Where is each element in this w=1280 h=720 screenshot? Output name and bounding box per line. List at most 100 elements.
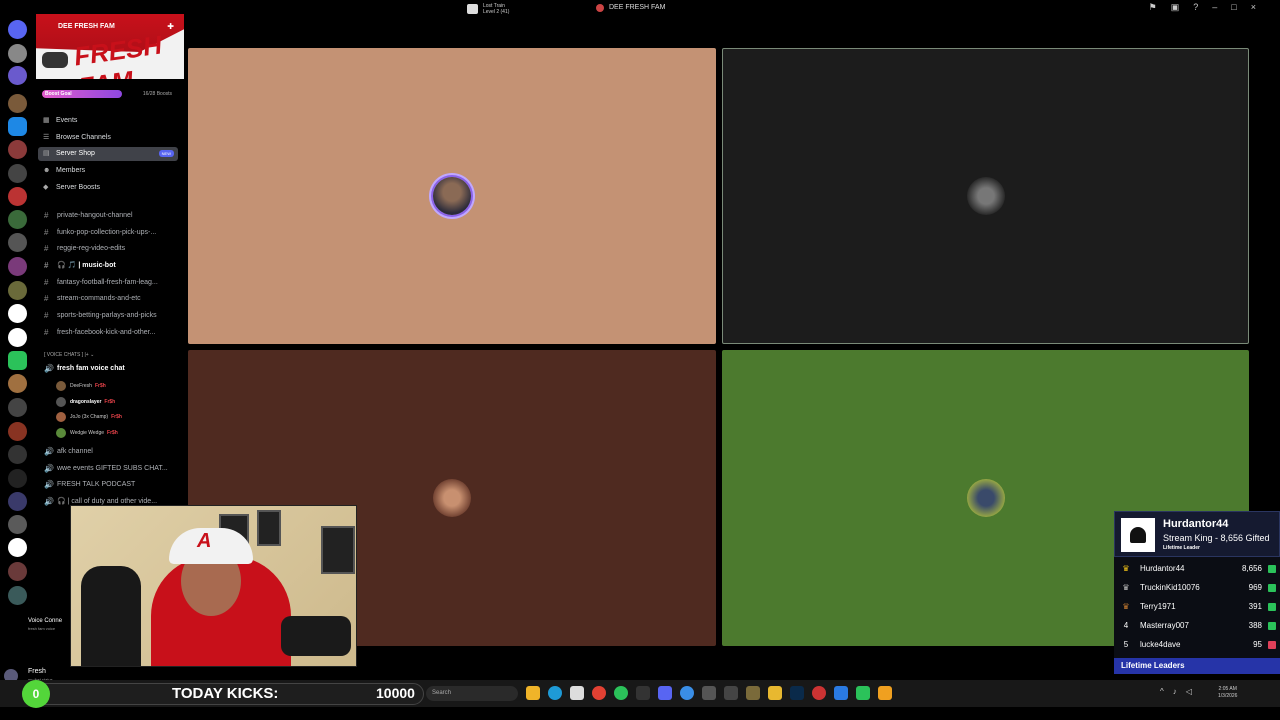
voice-category[interactable]: [ VOICE CHATS ] |+ ⌄ xyxy=(44,352,94,358)
server-icon[interactable] xyxy=(8,469,27,488)
server-icon[interactable] xyxy=(8,351,27,370)
voice-user[interactable]: Wedgie Wedge Fr$h xyxy=(56,426,118,440)
rank: ♛ xyxy=(1122,564,1130,573)
maximize-button[interactable]: □ xyxy=(1231,2,1236,13)
server-icon[interactable] xyxy=(8,281,27,300)
server-icon[interactable] xyxy=(8,445,27,464)
leader-value: 8,656 xyxy=(1241,564,1262,573)
video-tile[interactable] xyxy=(722,48,1249,344)
channel-label: FRESH TALK PODCAST xyxy=(57,481,136,488)
channel-item[interactable]: # fantasy-football-fresh-fam-leag... xyxy=(38,276,178,290)
server-icon[interactable] xyxy=(8,44,27,63)
server-icon[interactable] xyxy=(8,422,27,441)
kicks-label: TODAY KICKS: xyxy=(172,685,279,702)
channel-item[interactable]: # stream-commands-and-etc xyxy=(38,292,178,306)
server-icon[interactable] xyxy=(8,515,27,534)
menu-label: Members xyxy=(56,167,86,174)
server-icon[interactable] xyxy=(8,374,27,393)
server-icon[interactable] xyxy=(8,66,27,85)
user-tag: Fr$h xyxy=(94,383,106,389)
video-tile[interactable] xyxy=(188,48,716,344)
app-icon[interactable] xyxy=(878,686,892,700)
discord-icon[interactable] xyxy=(658,686,672,700)
channel-item[interactable]: # funko-pop-collection-pick-ups-... xyxy=(38,226,178,240)
boost-goal[interactable]: Boost Goal 16/28 Boosts xyxy=(42,90,182,98)
channel-item[interactable]: # sports-betting-parlays-and-picks xyxy=(38,309,178,323)
server-icon[interactable] xyxy=(8,304,27,323)
user-tag: Fr$h xyxy=(111,414,122,420)
menu-browse-channels[interactable]: ☰ Browse Channels xyxy=(38,131,178,145)
inbox-icon[interactable]: ⚑ xyxy=(1149,2,1157,13)
voice-channel[interactable]: 🔊 FRESH TALK PODCAST xyxy=(38,478,178,492)
server-icon[interactable] xyxy=(8,538,27,557)
minimize-button[interactable]: – xyxy=(1212,2,1217,13)
avatar xyxy=(56,381,66,391)
server-icon[interactable] xyxy=(8,94,27,113)
store-icon[interactable] xyxy=(570,686,584,700)
server-icon[interactable] xyxy=(8,164,27,183)
screen-icon[interactable]: ▣ xyxy=(1171,2,1180,13)
mic-icon[interactable]: ♪ xyxy=(1173,687,1177,696)
voice-user[interactable]: JoJo (3x Champ) Fr$h xyxy=(56,410,122,424)
server-icon[interactable] xyxy=(8,117,27,136)
boost-label: Boost Goal xyxy=(45,91,72,97)
app-icon[interactable] xyxy=(856,686,870,700)
clock[interactable]: 2:05 AM 1/3/2026 xyxy=(1218,686,1237,700)
menu-server-boosts[interactable]: ◆ Server Boosts xyxy=(38,181,178,195)
channel-item[interactable]: # 🎧 🎵 | music-bot xyxy=(38,259,178,273)
channel-item[interactable]: # fresh-facebook-kick-and-other... xyxy=(38,326,178,340)
chevron-up-icon[interactable]: ^ xyxy=(1160,687,1164,696)
members-icon: ☻ xyxy=(43,167,51,174)
server-icon[interactable] xyxy=(8,140,27,159)
help-icon[interactable]: ? xyxy=(1193,2,1198,13)
server-icon[interactable] xyxy=(8,328,27,347)
leader-user: TruckinKid10076 xyxy=(1140,583,1200,592)
folder-icon[interactable] xyxy=(526,686,540,700)
menu-members[interactable]: ☻ Members xyxy=(38,164,178,178)
app-icon[interactable] xyxy=(834,686,848,700)
voice-channel[interactable]: 🔊 wwe events GIFTED SUBS CHAT... xyxy=(38,462,178,476)
kicks-circle: 0 xyxy=(22,680,50,708)
app-icon[interactable] xyxy=(702,686,716,700)
server-icon[interactable] xyxy=(8,187,27,206)
channel-label: 🎧 🎵 | music-bot xyxy=(57,262,116,269)
menu-server-shop[interactable]: ▤ Server Shop NEW xyxy=(38,147,178,161)
leader-user: Hurdantor44 xyxy=(1140,564,1185,573)
app-icon[interactable] xyxy=(768,686,782,700)
app-icon[interactable] xyxy=(746,686,760,700)
server-icon[interactable] xyxy=(8,210,27,229)
browser-icon[interactable] xyxy=(680,686,694,700)
server-icon[interactable] xyxy=(8,233,27,252)
crown-shape xyxy=(1130,527,1146,543)
channel-label: sports-betting-parlays-and-picks xyxy=(57,312,157,319)
server-icon[interactable] xyxy=(8,562,27,581)
photoshop-icon[interactable] xyxy=(790,686,804,700)
server-icon[interactable] xyxy=(8,492,27,511)
server-icon[interactable] xyxy=(8,586,27,605)
app-icon[interactable] xyxy=(724,686,738,700)
server-icon[interactable] xyxy=(8,257,27,276)
discord-home-icon[interactable] xyxy=(8,20,27,39)
voice-user[interactable]: DeeFresh Fr$h xyxy=(56,379,106,393)
menu-events[interactable]: ▦ Events xyxy=(38,114,178,128)
taskbar-search[interactable]: Search xyxy=(426,686,518,701)
edge-icon[interactable] xyxy=(548,686,562,700)
app-icon[interactable] xyxy=(812,686,826,700)
volume-icon[interactable]: ◁ xyxy=(1186,687,1192,696)
hash-icon: # xyxy=(44,211,49,220)
voice-user[interactable]: dragonslayer Fr$h xyxy=(56,395,115,409)
leaderboard-row: 4 Masterray007 388 xyxy=(1114,616,1280,635)
close-button[interactable]: × xyxy=(1251,2,1256,13)
xbox-icon[interactable] xyxy=(614,686,628,700)
server-icon[interactable] xyxy=(8,398,27,417)
server-banner[interactable]: DEE FRESH FAM ✚ FRESH FAM xyxy=(36,14,184,79)
channel-item[interactable]: # private-hangout-channel xyxy=(38,209,178,223)
game-level: Level 2 (41) xyxy=(483,9,510,15)
chrome-icon[interactable] xyxy=(592,686,606,700)
terminal-icon[interactable] xyxy=(636,686,650,700)
channel-item[interactable]: # reggie-reg-video-edits xyxy=(38,242,178,256)
voice-channel[interactable]: 🔊 afk channel xyxy=(38,445,178,459)
voice-channel[interactable]: 🔊 fresh fam voice chat xyxy=(38,362,178,376)
menu-label: Server Shop xyxy=(56,150,95,157)
voice-user-name: dragonslayer xyxy=(70,399,102,405)
